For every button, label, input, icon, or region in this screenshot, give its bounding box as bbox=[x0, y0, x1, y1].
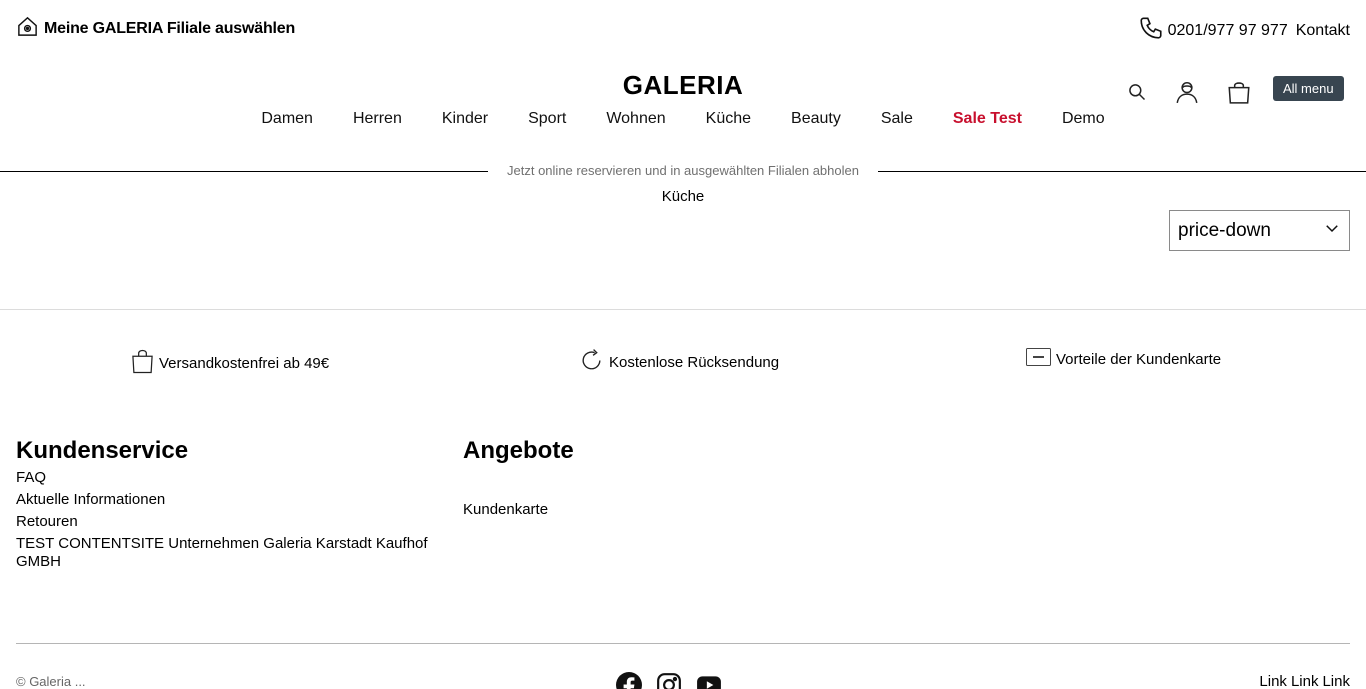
all-menu-button[interactable]: All menu bbox=[1273, 76, 1344, 101]
copyright-text: © Galeria ... bbox=[16, 674, 86, 689]
promo-text: Jetzt online reservieren und in ausgewäh… bbox=[488, 163, 878, 178]
contact-area: 0201/977 97 977 Kontakt bbox=[1138, 15, 1350, 46]
footer-divider bbox=[16, 643, 1350, 644]
phone-number-link[interactable]: 0201/977 97 977 bbox=[1168, 22, 1288, 40]
benefit-customer-card: Vorteile der Kundenkarte bbox=[1026, 348, 1221, 370]
sort-select-value: price-down bbox=[1178, 219, 1271, 241]
footer-kundenservice: Kundenservice FAQ Aktuelle Informationen… bbox=[16, 437, 456, 571]
nav-item-demo[interactable]: Demo bbox=[1042, 110, 1125, 128]
bottom-links: Link Link Link bbox=[1259, 673, 1350, 689]
benefit-label: Kostenlose Rücksendung bbox=[609, 354, 780, 371]
store-select-label: Meine GALERIA Filiale auswählen bbox=[44, 20, 296, 37]
footer-link-aktuelle-informationen[interactable]: Aktuelle Informationen bbox=[16, 491, 456, 509]
nav-item-wohnen[interactable]: Wohnen bbox=[586, 110, 685, 128]
nav-item-sport[interactable]: Sport bbox=[508, 110, 586, 128]
bottom-link[interactable]: Link bbox=[1291, 673, 1319, 689]
sort-select[interactable]: price-down bbox=[1169, 210, 1350, 251]
contact-link[interactable]: Kontakt bbox=[1296, 22, 1350, 40]
nav-item-beauty[interactable]: Beauty bbox=[771, 110, 861, 128]
bottom-link[interactable]: Link bbox=[1259, 673, 1287, 689]
store-select-link[interactable]: Meine GALERIA Filiale auswählen bbox=[16, 15, 295, 43]
benefit-label: Vorteile der Kundenkarte bbox=[1056, 350, 1222, 368]
card-icon bbox=[1026, 348, 1051, 370]
footer-link-retouren[interactable]: Retouren bbox=[16, 513, 456, 531]
nav-item-kinder[interactable]: Kinder bbox=[422, 110, 508, 128]
nav-item-kueche[interactable]: Küche bbox=[686, 110, 771, 128]
bottom-link[interactable]: Link bbox=[1322, 673, 1350, 689]
footer-link-kundenkarte[interactable]: Kundenkarte bbox=[463, 501, 863, 519]
youtube-icon[interactable] bbox=[696, 672, 722, 689]
nav-item-herren[interactable]: Herren bbox=[333, 110, 422, 128]
benefit-label: Versandkostenfrei ab 49€ bbox=[159, 354, 330, 372]
benefit-free-shipping: Versandkostenfrei ab 49€ bbox=[131, 348, 329, 378]
footer-section-title: Kundenservice bbox=[16, 437, 189, 464]
footer-angebote: Angebote Kundenkarte bbox=[463, 437, 863, 519]
page-title: Küche bbox=[661, 188, 705, 205]
footer-section-title: Angebote bbox=[463, 437, 574, 464]
nav-item-sale-test[interactable]: Sale Test bbox=[933, 110, 1042, 128]
chevron-down-icon bbox=[1323, 219, 1341, 243]
content-divider bbox=[0, 309, 1366, 310]
facebook-icon[interactable] bbox=[616, 672, 642, 689]
nav-item-damen[interactable]: Damen bbox=[241, 110, 333, 128]
refresh-icon bbox=[579, 348, 604, 377]
benefit-free-returns: Kostenlose Rücksendung bbox=[579, 348, 779, 377]
social-links bbox=[616, 672, 722, 689]
user-icon[interactable] bbox=[1174, 78, 1200, 106]
cart-icon[interactable] bbox=[1226, 78, 1252, 106]
home-location-icon bbox=[16, 15, 39, 43]
instagram-icon[interactable] bbox=[656, 672, 682, 689]
footer-link-test-contentsite[interactable]: TEST CONTENTSITE Unternehmen Galeria Kar… bbox=[16, 535, 456, 571]
nav-item-sale[interactable]: Sale bbox=[861, 110, 933, 128]
shopping-bag-icon bbox=[131, 348, 154, 378]
header-icons bbox=[1124, 78, 1252, 106]
search-icon[interactable] bbox=[1124, 78, 1150, 106]
footer-link-faq[interactable]: FAQ bbox=[16, 469, 456, 487]
main-nav: Damen Herren Kinder Sport Wohnen Küche B… bbox=[0, 110, 1366, 128]
phone-icon bbox=[1138, 15, 1164, 46]
